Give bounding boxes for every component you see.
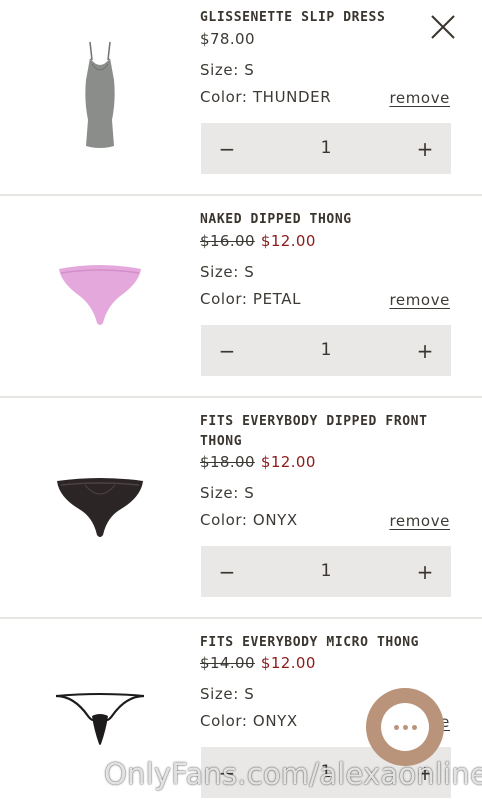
product-name[interactable]: FITS EVERYBODY DIPPED FRONT THONG	[200, 412, 450, 452]
product-name[interactable]: NAKED DIPPED THONG	[200, 210, 450, 230]
quantity-stepper: − 1 +	[201, 546, 451, 597]
product-size: Size: S	[200, 685, 255, 703]
cart-item: FITS EVERYBODY DIPPED FRONT THONG $18.00…	[0, 398, 482, 619]
product-price: $78.00	[200, 30, 255, 48]
product-size: Size: S	[200, 263, 255, 281]
remove-button[interactable]: remove	[389, 89, 450, 107]
sale-price: $12.00	[260, 453, 316, 471]
chat-button[interactable]	[366, 688, 444, 766]
product-size: Size: S	[200, 484, 255, 502]
product-color: Color: ONYX	[200, 712, 298, 730]
increase-quantity-button[interactable]: +	[399, 325, 451, 376]
product-price: $18.00 $12.00	[200, 453, 316, 471]
quantity-stepper: − 1 +	[201, 325, 451, 376]
product-color: Color: THUNDER	[200, 88, 332, 106]
product-size: Size: S	[200, 61, 255, 79]
product-name[interactable]: FITS EVERYBODY MICRO THONG	[200, 633, 450, 653]
decrease-quantity-button[interactable]: −	[201, 546, 253, 597]
slip-dress-image	[85, 41, 115, 148]
product-price: $14.00 $12.00	[200, 654, 316, 672]
remove-button[interactable]: remove	[389, 512, 450, 530]
quantity-value: 1	[320, 561, 332, 581]
pink-thong-image	[59, 265, 141, 325]
product-image-dipped-front-thong[interactable]	[44, 452, 156, 564]
quantity-stepper: − 1 +	[201, 123, 451, 174]
remove-button[interactable]: remove	[389, 291, 450, 309]
watermark-text: OnlyFans.com/alexaonline	[104, 757, 482, 791]
increase-quantity-button[interactable]: +	[399, 123, 451, 174]
chat-icon	[381, 703, 429, 751]
quantity-value: 1	[320, 340, 332, 360]
original-price: $16.00	[200, 232, 255, 250]
chat-dot	[402, 724, 408, 730]
micro-thong-image	[55, 693, 145, 745]
sale-price: $12.00	[260, 232, 316, 250]
decrease-quantity-button[interactable]: −	[201, 325, 253, 376]
decrease-quantity-button[interactable]: −	[201, 123, 253, 174]
quantity-value: 1	[320, 138, 332, 158]
sale-price: $12.00	[260, 654, 316, 672]
chat-dot	[411, 724, 417, 730]
black-thong-image	[57, 478, 143, 537]
product-color: Color: PETAL	[200, 290, 302, 308]
product-name[interactable]: GLISSENETTE SLIP DRESS	[200, 8, 450, 28]
cart-item: NAKED DIPPED THONG $16.00 $12.00 Size: S …	[0, 196, 482, 398]
increase-quantity-button[interactable]: +	[399, 546, 451, 597]
chat-dot	[393, 724, 399, 730]
product-image-naked-thong[interactable]	[44, 240, 156, 352]
cart-item: GLISSENETTE SLIP DRESS $78.00 Size: S Co…	[0, 0, 482, 196]
product-color: Color: ONYX	[200, 511, 298, 529]
product-image-slip-dress[interactable]	[44, 40, 156, 152]
product-price: $16.00 $12.00	[200, 232, 316, 250]
original-price: $14.00	[200, 654, 255, 672]
original-price: $18.00	[200, 453, 255, 471]
